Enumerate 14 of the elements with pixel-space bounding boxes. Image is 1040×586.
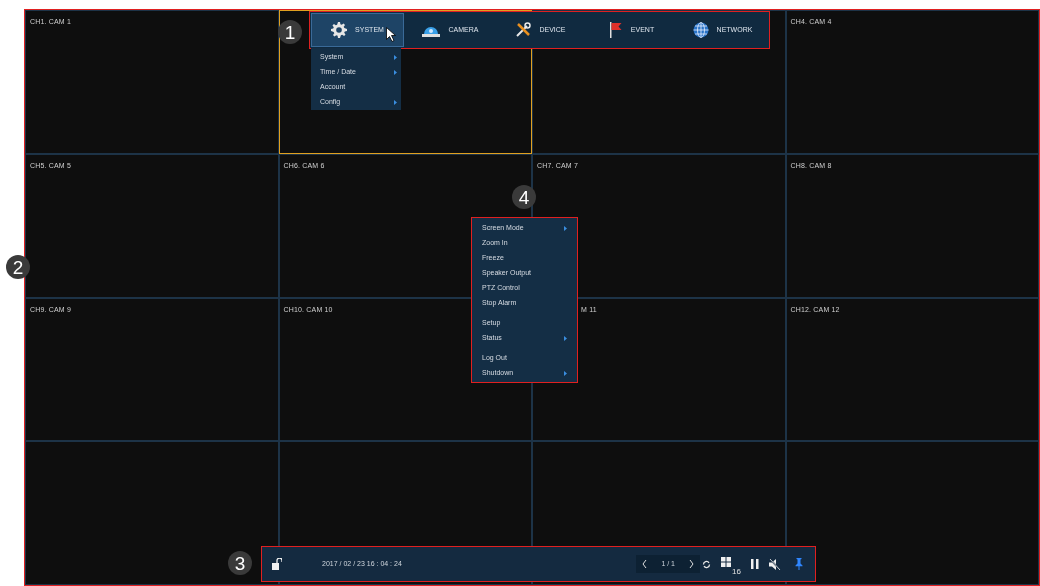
next-page-icon[interactable]: [689, 560, 694, 568]
mouse-pointer-icon: [386, 27, 396, 42]
grid-icon: [721, 557, 731, 567]
callout-number: 2: [6, 255, 30, 279]
refresh-icon[interactable]: [702, 559, 711, 569]
pin-icon[interactable]: [795, 558, 803, 570]
flag-icon: [608, 22, 623, 38]
tools-icon: [515, 22, 532, 38]
muted-speaker-icon[interactable]: [769, 558, 781, 570]
gear-icon: [331, 22, 348, 38]
pause-icon[interactable]: [751, 559, 759, 569]
unlocked-padlock-icon[interactable]: [272, 558, 282, 570]
previous-page-icon[interactable]: [642, 560, 648, 568]
globe-icon: [692, 22, 709, 38]
